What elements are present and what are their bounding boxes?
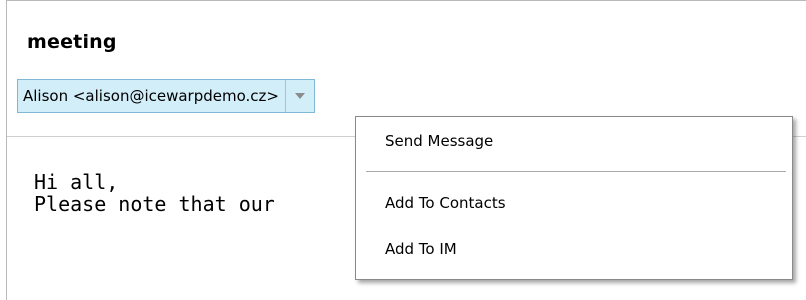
menu-item-add-to-contacts[interactable]: Add To Contacts bbox=[356, 185, 792, 221]
chevron-down-icon bbox=[294, 93, 305, 99]
menu-separator bbox=[366, 171, 786, 172]
sender-chip-label[interactable]: Alison <alison@icewarpdemo.cz> bbox=[18, 80, 285, 112]
menu-item-add-to-im[interactable]: Add To IM bbox=[356, 231, 792, 267]
message-body: Hi all, Please note that our bbox=[34, 171, 275, 215]
body-line: Please note that our bbox=[34, 192, 275, 216]
sender-chip[interactable]: Alison <alison@icewarpdemo.cz> bbox=[17, 79, 315, 113]
sender-dropdown-button[interactable] bbox=[284, 80, 314, 112]
menu-item-send-message[interactable]: Send Message bbox=[356, 123, 792, 159]
message-subject: meeting bbox=[27, 31, 117, 53]
body-line: Hi all, bbox=[34, 170, 119, 194]
sender-context-menu: Send Message Add To Contacts Add To IM bbox=[355, 116, 793, 280]
